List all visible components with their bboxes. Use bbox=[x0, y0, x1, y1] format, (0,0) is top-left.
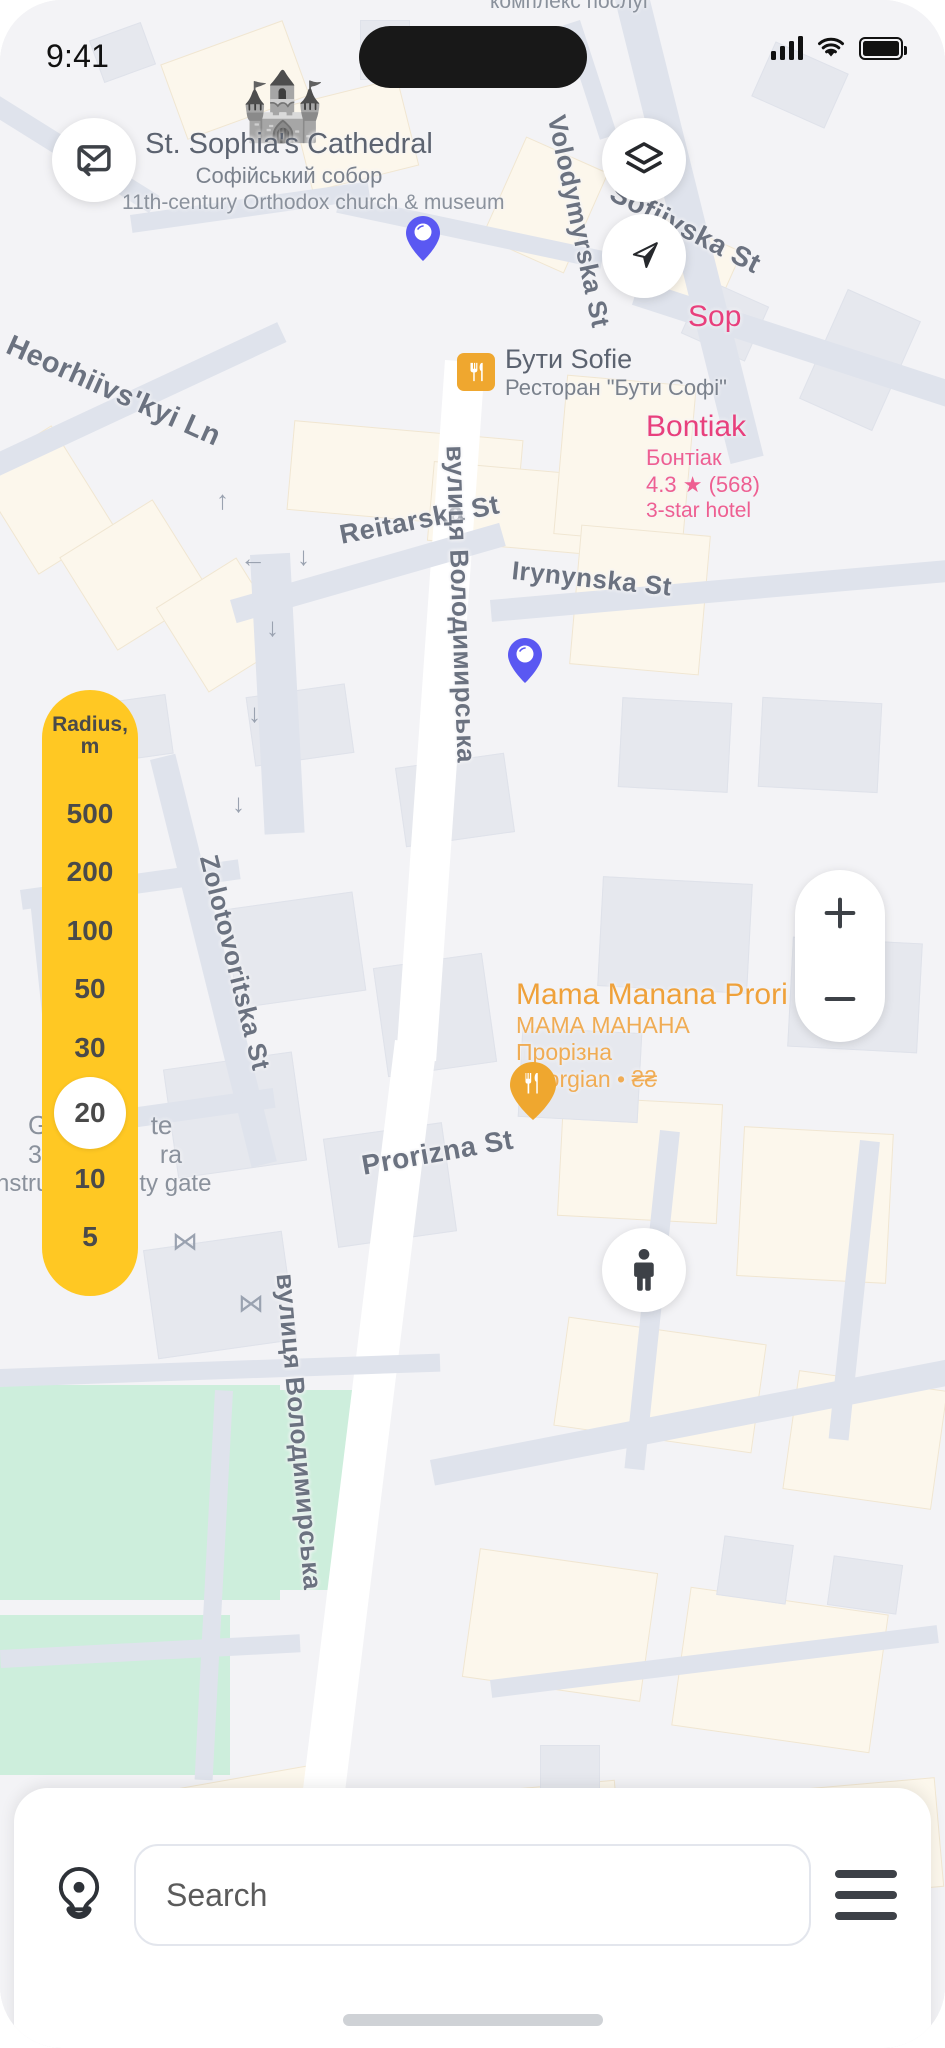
building bbox=[597, 876, 753, 994]
park-area bbox=[0, 1385, 280, 1600]
home-indicator bbox=[342, 2014, 603, 2026]
zoom-controls[interactable] bbox=[795, 870, 885, 1042]
radius-step-100[interactable]: 100 bbox=[54, 902, 126, 960]
street-view-button[interactable] bbox=[602, 1228, 686, 1312]
street-view-person-icon bbox=[634, 1248, 654, 1291]
zoom-in-button[interactable] bbox=[795, 870, 885, 956]
layers-icon bbox=[625, 142, 663, 174]
bottom-sheet bbox=[14, 1788, 931, 2048]
status-bar-time: 9:41 bbox=[46, 38, 110, 74]
blue-pin-2[interactable] bbox=[508, 638, 542, 683]
radius-step-30[interactable]: 30 bbox=[54, 1019, 126, 1077]
compass-navigate-icon bbox=[632, 242, 658, 269]
zoom-out-button[interactable] bbox=[795, 956, 885, 1042]
restaurant-pin-icon[interactable] bbox=[510, 1062, 556, 1120]
plus-icon bbox=[824, 897, 856, 929]
poi-bontiak-hotel[interactable]: Bontiak Бонтіак 4.3 ★ (568) 3-star hotel bbox=[646, 410, 760, 523]
building bbox=[826, 1555, 904, 1615]
poi-mama-manana-subtitle: МАМА МАНАНА bbox=[516, 1012, 690, 1038]
radius-step-50[interactable]: 50 bbox=[54, 960, 126, 1018]
restaurant-icon[interactable] bbox=[457, 353, 495, 391]
poi-mama-manana-subtitle2: Прорізна bbox=[516, 1039, 613, 1065]
blue-pin-1[interactable] bbox=[406, 216, 440, 261]
poi-bontiak-rating-row: 4.3 ★ (568) bbox=[646, 472, 760, 498]
radius-slider[interactable]: Radius, m 500 200 100 50 30 20 10 5 bbox=[42, 690, 138, 1296]
radius-step-20-selected[interactable]: 20 bbox=[54, 1077, 126, 1149]
hamburger-line-3 bbox=[835, 1912, 897, 1920]
poi-mama-manana-title: Mama Manana Prori bbox=[516, 978, 788, 1011]
message-reply-icon bbox=[77, 145, 111, 177]
hamburger-line-1 bbox=[835, 1870, 897, 1878]
message-reply-button[interactable] bbox=[52, 118, 136, 202]
one-way-arrow-icon: ↓ bbox=[248, 698, 261, 728]
battery-icon bbox=[859, 36, 907, 60]
poi-mama-manana[interactable]: Mama Manana Prori МАМА МАНАНА Прорізна G… bbox=[516, 978, 788, 1093]
poi-cathedral-description: 11th-century Orthodox church & museum bbox=[122, 191, 505, 214]
poi-bontiak-description: 3-star hotel bbox=[646, 499, 752, 522]
star-icon: ★ bbox=[682, 472, 703, 497]
hamburger-line-2 bbox=[835, 1891, 897, 1899]
status-bar-indicators bbox=[770, 36, 907, 60]
radius-step-200[interactable]: 200 bbox=[54, 843, 126, 901]
radius-step-500[interactable]: 500 bbox=[54, 785, 126, 843]
poi-mama-manana-description: Georgian • ₴₴ bbox=[516, 1066, 658, 1092]
poi-bontiak-reviews: (568) bbox=[708, 472, 760, 497]
layers-button[interactable] bbox=[602, 118, 686, 202]
geolocation-button[interactable] bbox=[48, 1864, 110, 1926]
radius-slider-title-line1: Radius, bbox=[52, 713, 128, 736]
poi-buty-sofie-subtitle: Ресторан "Бути Софі" bbox=[505, 375, 727, 400]
poi-bontiak-title: Bontiak bbox=[646, 410, 747, 443]
cellular-signal-icon bbox=[770, 36, 803, 60]
compass-navigate-button[interactable] bbox=[602, 214, 686, 298]
search-input[interactable] bbox=[166, 1876, 779, 1914]
radius-step-5[interactable]: 5 bbox=[54, 1208, 126, 1266]
poi-golden-gate-frag-right: te bbox=[150, 1110, 173, 1140]
radius-slider-title: Radius, m bbox=[52, 713, 128, 759]
one-way-arrow-icon: ⋈ bbox=[172, 1226, 198, 1256]
one-way-arrow-icon: ← bbox=[240, 543, 266, 573]
dynamic-island bbox=[358, 26, 587, 88]
phone-screen: ↑ ← ↓ ↓ ↓ ↓ ⋈ ⋈ Heorhiivs'kyi Ln Reitars… bbox=[0, 0, 945, 2048]
poi-cathedral-subtitle: Софійський собор bbox=[195, 163, 383, 188]
one-way-arrow-icon: ↑ bbox=[216, 485, 229, 515]
poi-buty-sofie-title: Бути Sofie bbox=[505, 344, 633, 374]
poi-st-sophias-cathedral[interactable]: St. Sophia's Cathedral Софійський собор … bbox=[122, 128, 505, 215]
one-way-arrow-icon: ⋈ bbox=[238, 1288, 264, 1318]
one-way-arrow-icon: ↓ bbox=[297, 541, 310, 571]
one-way-arrow-icon: ↓ bbox=[232, 788, 245, 818]
location-pin-icon bbox=[58, 1866, 100, 1919]
poi-buty-sofie[interactable]: Бути Sofie Ресторан "Бути Софі" bbox=[505, 344, 727, 401]
poi-cathedral-title: St. Sophia's Cathedral bbox=[145, 128, 433, 160]
poi-golden-gate-l2-right: ra bbox=[159, 1141, 183, 1169]
radius-slider-title-line2: m bbox=[80, 735, 100, 759]
building bbox=[716, 1535, 794, 1605]
poi-sop-title: Sop bbox=[688, 300, 742, 333]
poi-bontiak-rating: 4.3 bbox=[646, 472, 677, 497]
radius-step-10[interactable]: 10 bbox=[54, 1150, 126, 1208]
minus-icon bbox=[824, 997, 856, 1001]
poi-sop-label[interactable]: Sop bbox=[688, 300, 741, 334]
poi-golden-gate-l2-left: 3 bbox=[28, 1141, 42, 1169]
poi-bontiak-subtitle: Бонтіак bbox=[646, 445, 722, 470]
building bbox=[757, 696, 883, 794]
one-way-arrow-icon: ↓ bbox=[266, 612, 279, 642]
radius-slider-steps[interactable]: 500 200 100 50 30 20 10 5 bbox=[42, 759, 138, 1297]
status-bar: 9:41 bbox=[0, 0, 945, 110]
search-box[interactable] bbox=[134, 1844, 811, 1946]
building bbox=[617, 697, 733, 793]
wifi-icon bbox=[818, 37, 844, 57]
hamburger-menu-button[interactable] bbox=[835, 1870, 897, 1920]
bottom-toolbar bbox=[14, 1840, 931, 1950]
